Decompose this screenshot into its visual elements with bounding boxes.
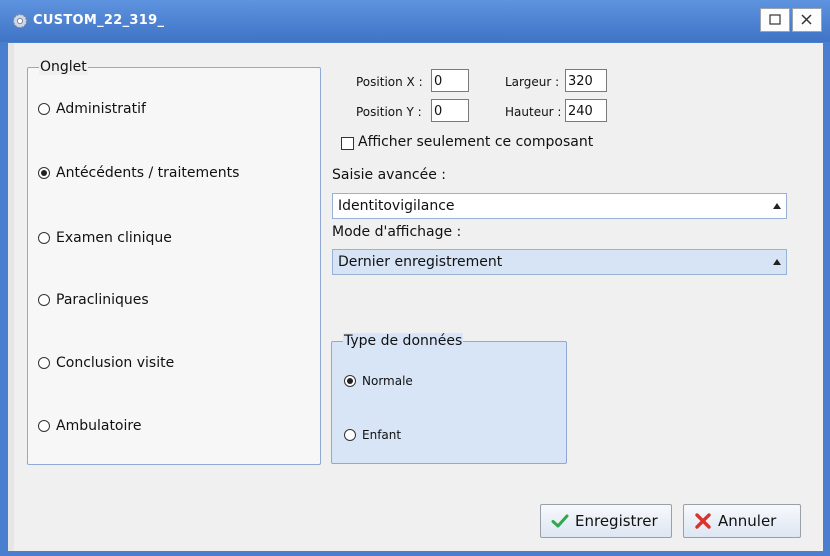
position-x-label: Position X : <box>356 75 423 89</box>
checkmark-icon <box>551 514 569 528</box>
display-mode-label: Mode d'affichage : <box>332 224 462 240</box>
radio-button[interactable] <box>38 420 50 432</box>
radio-button-selected[interactable] <box>38 167 50 179</box>
display-mode-dropdown[interactable]: Dernier enregistrement <box>332 249 787 275</box>
cancel-button[interactable]: Annuler <box>683 504 801 538</box>
cross-icon <box>695 513 711 529</box>
radio-label: Administratif <box>56 101 146 117</box>
radio-label: Antécédents / traitements <box>56 165 240 181</box>
title-bar[interactable]: CUSTOM_22_319_ <box>0 0 830 42</box>
window-title: CUSTOM_22_319_ <box>33 13 165 28</box>
close-button[interactable] <box>792 8 822 32</box>
data-type-group: Type de données Normale Enfant <box>331 333 567 464</box>
radio-label: Examen clinique <box>56 230 172 246</box>
position-y-input[interactable] <box>431 99 469 122</box>
radio-label: Conclusion visite <box>56 355 175 371</box>
cancel-label: Annuler <box>718 512 777 530</box>
display-mode-value: Dernier enregistrement <box>338 254 503 270</box>
radio-button[interactable] <box>38 357 50 369</box>
radio-button[interactable] <box>38 103 50 115</box>
radio-antecedents[interactable]: Antécédents / traitements <box>38 165 239 181</box>
position-y-label: Position Y : <box>356 105 422 119</box>
radio-normale[interactable]: Normale <box>344 374 413 388</box>
dropdown-arrow-icon[interactable] <box>773 259 781 265</box>
save-button[interactable]: Enregistrer <box>540 504 672 538</box>
radio-paracliniques[interactable]: Paracliniques <box>38 292 149 308</box>
close-icon <box>801 14 812 25</box>
radio-label: Normale <box>362 374 413 388</box>
save-label: Enregistrer <box>575 512 658 530</box>
maximize-icon <box>769 14 781 25</box>
data-type-legend: Type de données <box>343 333 464 349</box>
maximize-button[interactable] <box>760 8 790 32</box>
advanced-dropdown[interactable]: Identitovigilance <box>332 193 787 219</box>
height-label: Hauteur : <box>505 105 562 119</box>
radio-button[interactable] <box>38 232 50 244</box>
gear-icon <box>12 13 28 29</box>
radio-enfant[interactable]: Enfant <box>344 428 401 442</box>
radio-button-selected[interactable] <box>344 375 356 387</box>
only-component-checkbox[interactable] <box>341 137 354 150</box>
width-label: Largeur : <box>505 75 560 89</box>
onglet-legend: Onglet <box>39 59 88 75</box>
radio-examen-clinique[interactable]: Examen clinique <box>38 230 172 246</box>
radio-administratif[interactable]: Administratif <box>38 101 146 117</box>
radio-conclusion-visite[interactable]: Conclusion visite <box>38 355 174 371</box>
body-edge <box>8 43 14 551</box>
width-input[interactable] <box>565 69 607 92</box>
advanced-value: Identitovigilance <box>338 198 455 214</box>
radio-label: Ambulatoire <box>56 418 142 434</box>
position-x-input[interactable] <box>431 69 469 92</box>
advanced-label: Saisie avancée : <box>332 167 447 183</box>
radio-label: Enfant <box>362 428 402 442</box>
onglet-group: Onglet Administratif Antécédents / trait… <box>27 59 321 465</box>
only-component-label[interactable]: Afficher seulement ce composant <box>358 134 593 150</box>
radio-button[interactable] <box>344 429 356 441</box>
radio-ambulatoire[interactable]: Ambulatoire <box>38 418 141 434</box>
radio-button[interactable] <box>38 294 50 306</box>
height-input[interactable] <box>565 99 607 122</box>
dropdown-arrow-icon[interactable] <box>773 203 781 209</box>
radio-label: Paracliniques <box>56 292 149 308</box>
